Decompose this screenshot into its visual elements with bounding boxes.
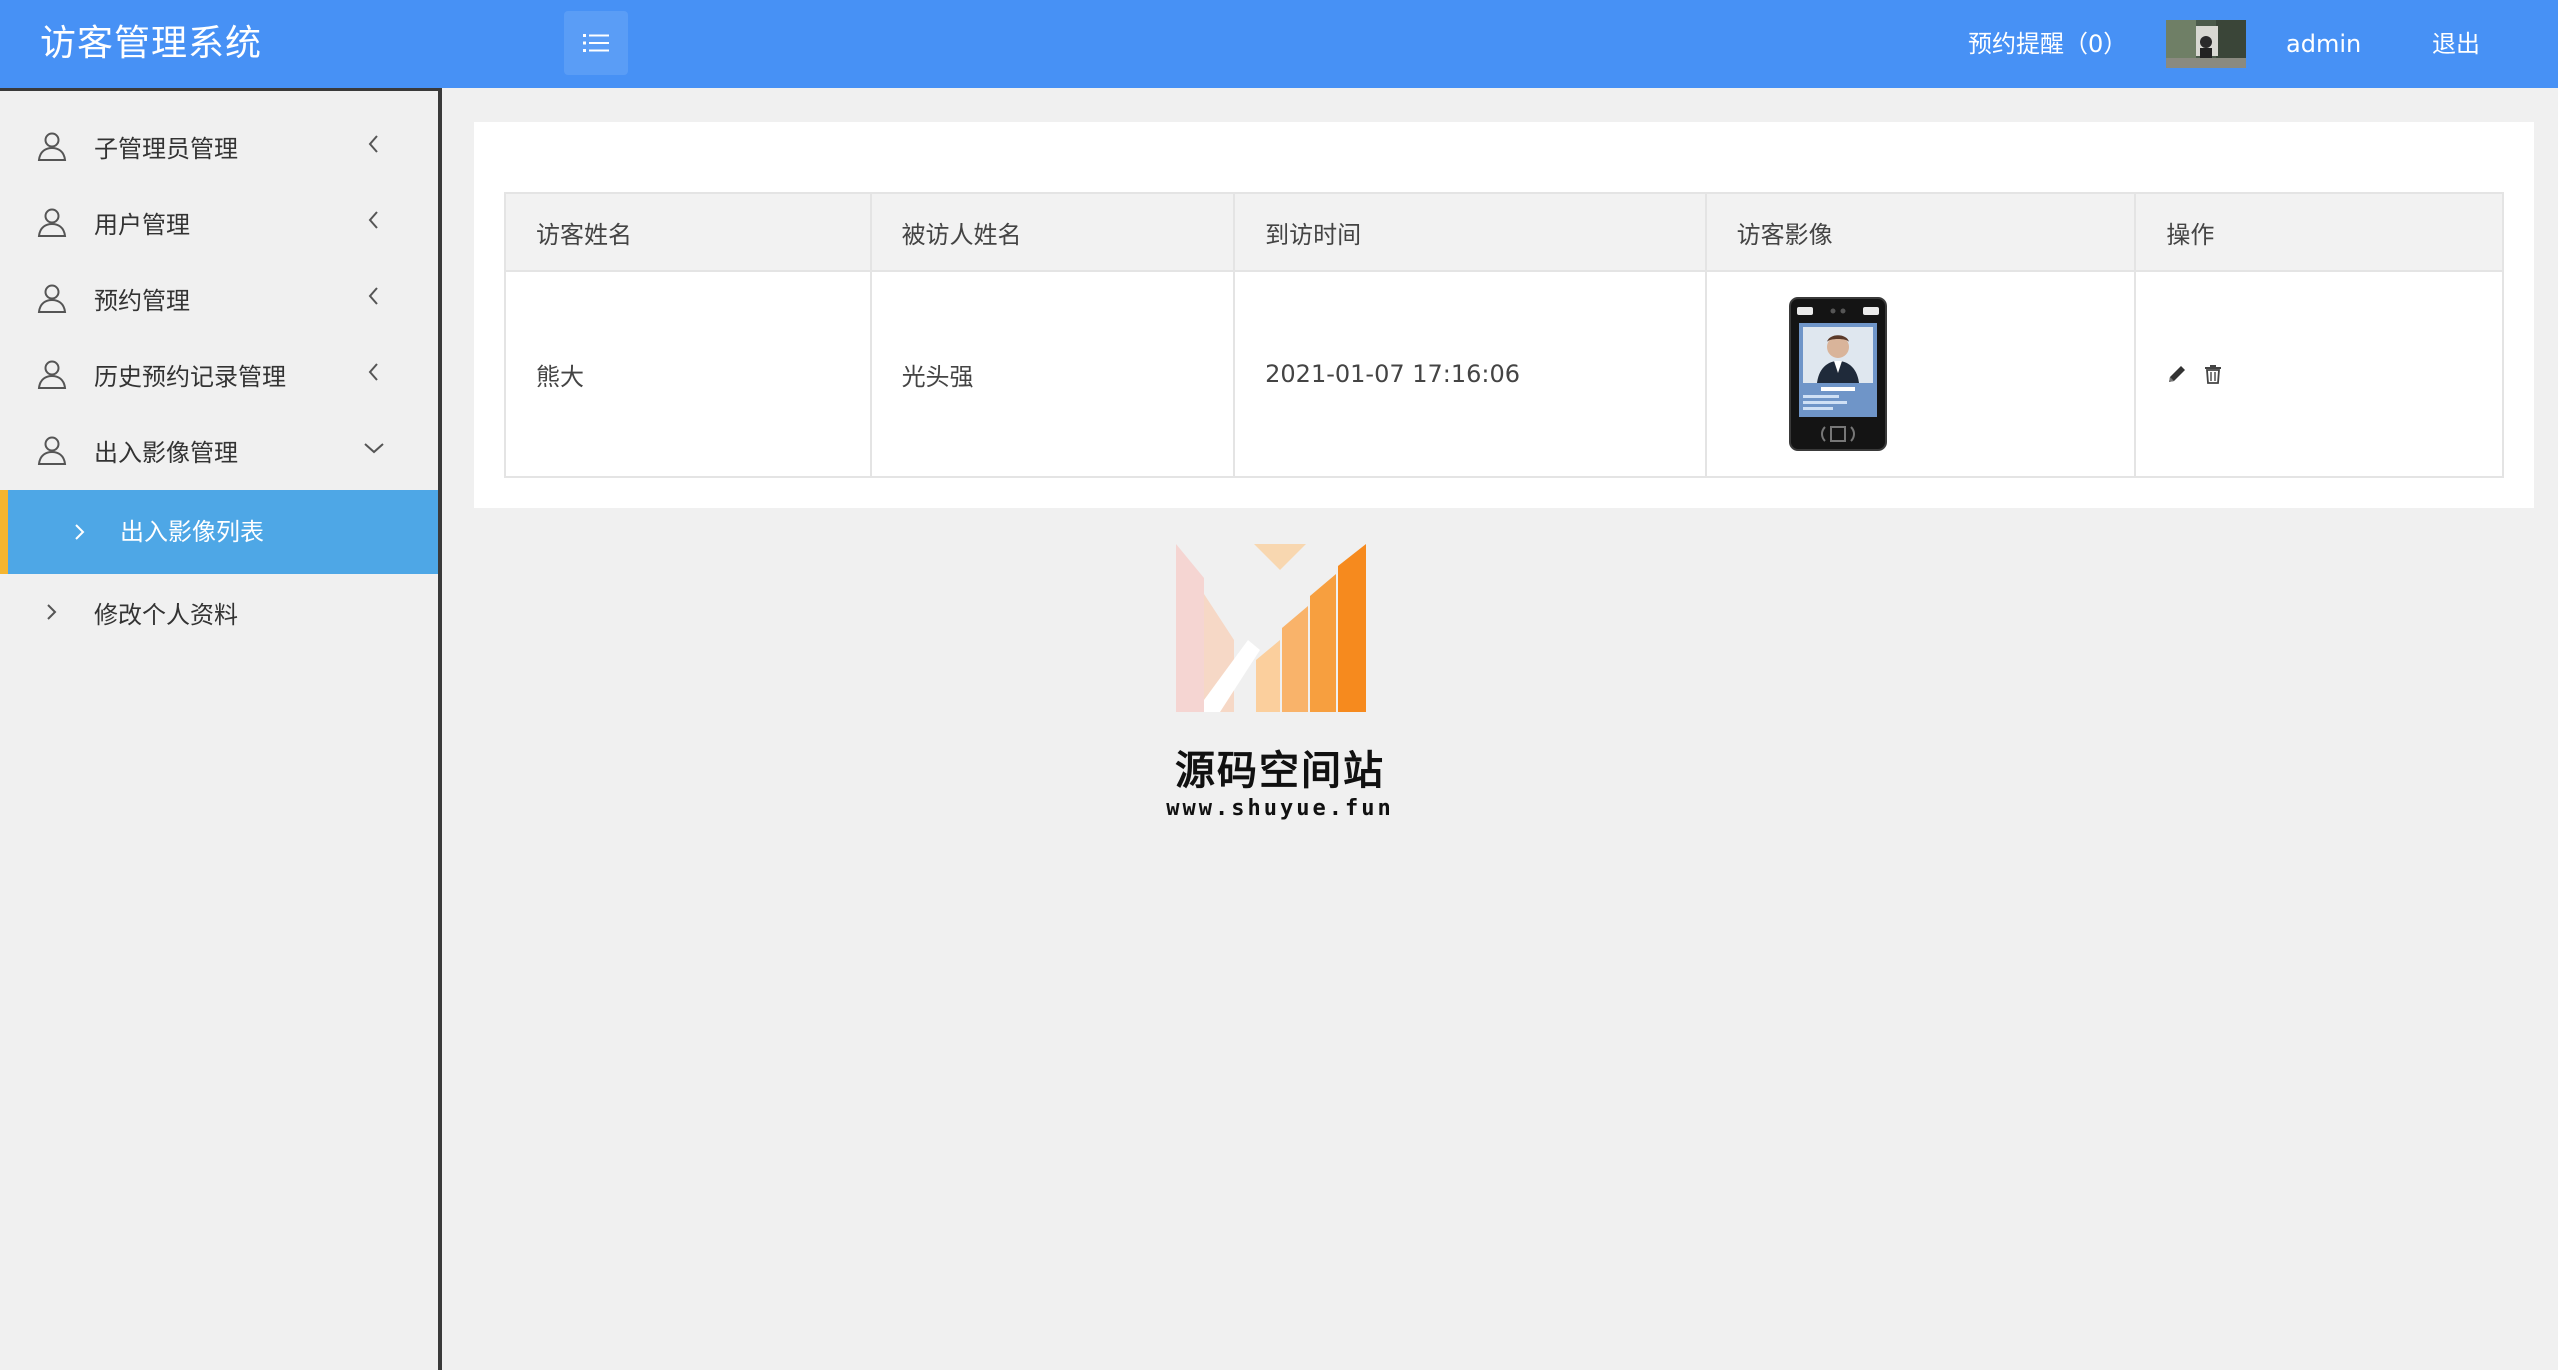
sidebar-subitem-image-list[interactable]: 出入影像列表 [0, 490, 438, 574]
column-header-visitor: 访客姓名 [504, 192, 872, 272]
chevron-left-icon [368, 363, 378, 381]
watermark-logo [1176, 544, 1366, 712]
chevron-left-icon [368, 135, 378, 153]
user-icon [37, 360, 67, 389]
sidebar-item-label: 子管理员管理 [94, 134, 238, 163]
sidebar-item-label: 出入影像管理 [94, 438, 238, 467]
watermark-title: 源码空间站 [1175, 748, 1385, 794]
column-header-actions: 操作 [2134, 192, 2504, 272]
watermark-url: www.shuyue.fun [1166, 796, 1394, 821]
face-recognition-device-image[interactable] [1788, 297, 1887, 451]
user-icon [37, 436, 67, 465]
cell-visitor-image [1704, 270, 2137, 478]
user-icon [37, 284, 67, 313]
sidebar-subitem-label: 出入影像列表 [120, 518, 264, 546]
cell-actions [2134, 270, 2504, 478]
list-icon [583, 34, 609, 52]
sidebar-item-history[interactable]: 历史预约记录管理 [0, 336, 438, 412]
column-header-visitor-image: 访客影像 [1704, 192, 2137, 272]
access-image-table: 访客姓名 被访人姓名 到访时间 访客影像 操作 熊大 光头强 2021-01-0… [504, 192, 2504, 478]
table-row: 熊大 光头强 2021-01-07 17:16:06 [504, 270, 2504, 478]
content-panel: 访客姓名 被访人姓名 到访时间 访客影像 操作 熊大 光头强 2021-01-0… [474, 122, 2534, 508]
sidebar-item-label: 预约管理 [94, 286, 190, 315]
edit-icon[interactable] [2166, 363, 2188, 385]
chevron-left-icon [368, 211, 378, 229]
sidebar-item-access-images[interactable]: 出入影像管理 [0, 412, 438, 488]
sidebar-item-label: 历史预约记录管理 [94, 362, 286, 391]
action-group [2166, 363, 2472, 385]
column-header-host: 被访人姓名 [869, 192, 1236, 272]
sidebar-item-label: 修改个人资料 [94, 600, 238, 629]
sidebar-item-sub-admin[interactable]: 子管理员管理 [0, 108, 438, 184]
chevron-left-icon [368, 287, 378, 305]
sidebar-item-edit-profile[interactable]: 修改个人资料 [0, 574, 438, 650]
logout-link[interactable]: 退出 [2432, 0, 2480, 88]
user-icon [37, 208, 67, 237]
chevron-down-icon [364, 443, 384, 454]
appointment-reminder-link[interactable]: 预约提醒（0） [1968, 0, 2127, 88]
sidebar-item-label: 用户管理 [94, 210, 190, 239]
app-title: 访客管理系统 [40, 23, 263, 64]
cell-visit-time: 2021-01-07 17:16:06 [1233, 270, 1707, 478]
delete-icon[interactable] [2202, 363, 2224, 385]
username-link[interactable]: admin [2286, 0, 2361, 88]
cell-visitor-name: 熊大 [504, 270, 872, 478]
avatar[interactable] [2166, 20, 2246, 68]
table-header-row: 访客姓名 被访人姓名 到访时间 访客影像 操作 [504, 192, 2504, 272]
top-header: 访客管理系统 预约提醒（0） admin 退出 [0, 0, 2558, 88]
cell-host-name: 光头强 [869, 270, 1236, 478]
active-marker [0, 490, 8, 574]
user-icon [37, 132, 67, 161]
column-header-visit-time: 到访时间 [1233, 192, 1707, 272]
sidebar: 子管理员管理 用户管理 预约管理 历史预约记录管理 出入影像管理 出入影像列表 … [0, 88, 442, 1370]
chevron-right-icon [47, 604, 57, 620]
chevron-right-icon [75, 524, 85, 540]
sidebar-item-users[interactable]: 用户管理 [0, 184, 438, 260]
sidebar-toggle-button[interactable] [564, 11, 628, 75]
sidebar-item-appointments[interactable]: 预约管理 [0, 260, 438, 336]
